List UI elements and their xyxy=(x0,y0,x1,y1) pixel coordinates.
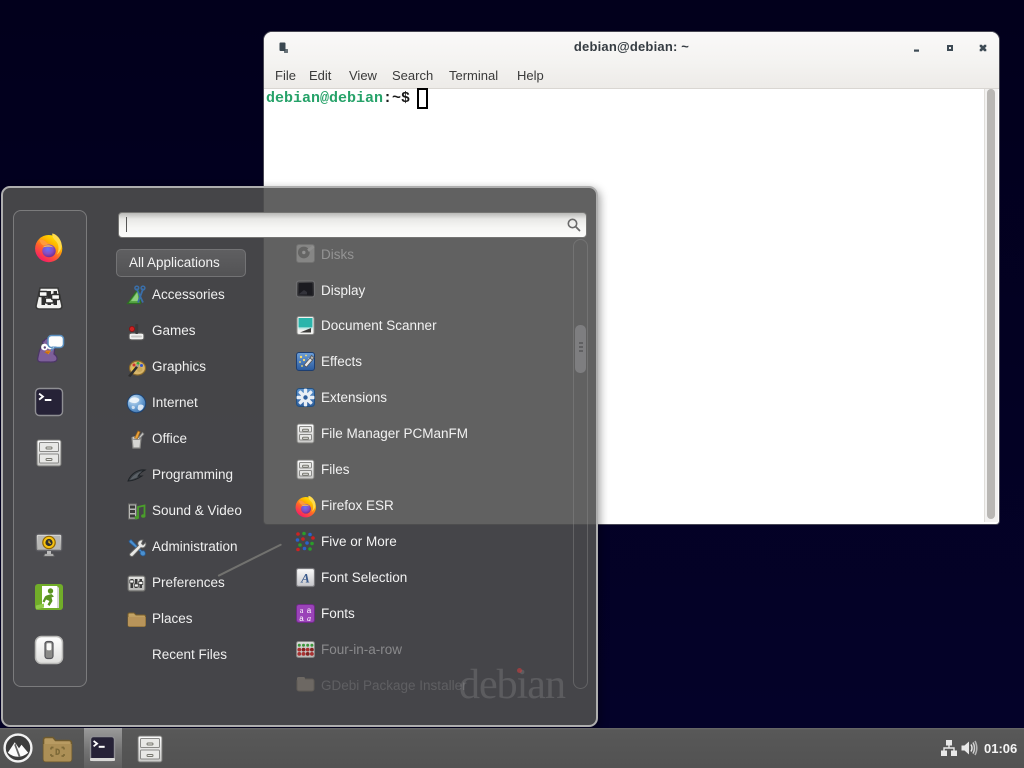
svg-text:a: a xyxy=(299,614,304,623)
svg-text:A: A xyxy=(300,570,310,585)
svg-text:a: a xyxy=(307,614,311,623)
